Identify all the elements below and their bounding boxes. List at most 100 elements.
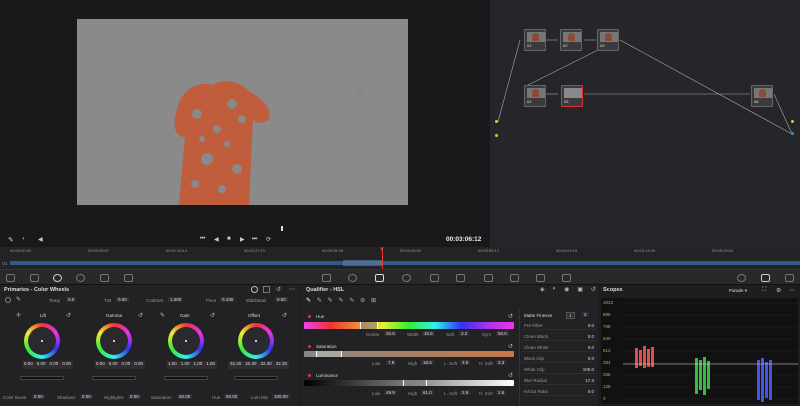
picker-icon[interactable]: ✎ xyxy=(8,236,14,244)
matte-row-value[interactable]: 0.0 xyxy=(588,345,594,350)
y-value[interactable]: 32.30 xyxy=(228,361,244,369)
reset-icon[interactable]: ↺ xyxy=(66,312,71,319)
mini-timeline[interactable]: V1 00:00:00:00 00:00:09:07 00:01:18:14 00:0… xyxy=(0,247,800,269)
y-value[interactable]: 1.00 xyxy=(166,361,179,369)
pivot-field[interactable]: 0.435 xyxy=(220,297,236,302)
info-icon[interactable] xyxy=(785,274,794,282)
node-06[interactable]: 06 xyxy=(751,85,773,107)
crosshair-icon[interactable]: ✛ xyxy=(16,312,21,319)
mode-icon[interactable] xyxy=(251,286,258,293)
reset-icon[interactable]: ↺ xyxy=(276,286,281,293)
curves-icon[interactable] xyxy=(322,274,331,282)
hsoft-field[interactable]: 3.3 xyxy=(496,360,507,365)
gamma-wheel[interactable] xyxy=(96,323,132,359)
window-icon[interactable] xyxy=(402,274,411,282)
r-value[interactable]: 1.00 xyxy=(178,361,192,369)
reset-icon[interactable]: ↺ xyxy=(508,313,513,320)
lift-master-wheel[interactable] xyxy=(20,376,64,380)
more-icon[interactable]: ⋯ xyxy=(789,287,795,294)
more-icon[interactable]: ⋯ xyxy=(289,286,295,293)
auto-balance-icon[interactable] xyxy=(5,297,11,303)
contrast-field[interactable]: 1.000 xyxy=(168,297,184,302)
g-value[interactable]: 0.00 xyxy=(119,361,133,369)
matte-tab-2[interactable]: 2 xyxy=(582,312,589,317)
b-value[interactable]: 32.30 xyxy=(273,361,290,369)
expand-icon[interactable]: ⛶ xyxy=(762,287,766,294)
reset-icon[interactable]: ↺ xyxy=(282,312,287,319)
matte-row-value[interactable]: 0.0 xyxy=(588,323,594,328)
gain-wheel[interactable] xyxy=(168,323,204,359)
3d-mode-icon[interactable]: ▣ xyxy=(577,286,583,294)
node-05-selected[interactable]: 05 xyxy=(561,85,583,107)
reset-icon[interactable]: ↺ xyxy=(508,372,513,379)
b-value[interactable]: 0.00 xyxy=(132,361,146,369)
low-field[interactable]: 7.8 xyxy=(386,360,397,365)
gamma-master-wheel[interactable] xyxy=(92,376,136,380)
y-value[interactable]: 0.00 xyxy=(94,361,107,369)
matte-row[interactable]: Pre-Filter 0.0 xyxy=(522,321,596,330)
hue-selection-handle[interactable] xyxy=(360,322,378,329)
high-field[interactable]: 18.6 xyxy=(421,360,434,365)
magic-mask-icon[interactable] xyxy=(456,274,465,282)
3d-icon[interactable] xyxy=(562,274,571,282)
output-dot[interactable] xyxy=(791,132,794,135)
matte-row[interactable]: Black Clip 0.0 xyxy=(522,354,596,363)
lum-mode-icon[interactable]: ◐ xyxy=(553,286,557,294)
hdr-icon[interactable] xyxy=(124,274,133,282)
matte-tab-1[interactable]: 1 xyxy=(566,312,575,319)
playhead-marker-icon[interactable]: ▼ xyxy=(379,247,385,253)
viewer-frame[interactable] xyxy=(77,19,408,205)
rgb-mode-icon[interactable]: ◈ xyxy=(540,286,545,294)
center-field[interactable]: 32.5 xyxy=(384,331,397,336)
scrubber-handle[interactable] xyxy=(281,226,283,231)
temp-field[interactable]: 0.0 xyxy=(66,297,77,302)
skip-start-icon[interactable]: ⏮ xyxy=(200,236,205,243)
sym-field[interactable]: 50.0 xyxy=(496,331,509,336)
feather-plus-icon[interactable]: ✎ xyxy=(349,297,354,305)
eyedropper-minus-icon[interactable]: ✎ xyxy=(317,297,322,305)
lift-wheel[interactable] xyxy=(24,323,60,359)
node-02[interactable]: 02 xyxy=(560,29,582,51)
color-match-icon[interactable] xyxy=(30,274,39,282)
sizing-icon[interactable] xyxy=(536,274,545,282)
node-04[interactable]: 04 xyxy=(524,85,546,107)
feather-minus-icon[interactable]: ✎ xyxy=(338,297,343,305)
matte-row[interactable]: Clean Black 0.0 xyxy=(522,332,596,341)
matte-row[interactable]: In/Out Ratio 0.0 xyxy=(522,387,596,396)
saturation-enable-dot[interactable] xyxy=(308,345,311,348)
reset-icon[interactable]: ↺ xyxy=(508,343,513,350)
matte-row-value[interactable]: 17.3 xyxy=(585,378,594,383)
offset-master-wheel[interactable] xyxy=(234,376,278,380)
r-value[interactable]: 0.00 xyxy=(106,361,120,369)
luminance-selection-handle[interactable] xyxy=(403,380,427,386)
hue-range-bar[interactable] xyxy=(304,322,514,329)
viewer-toggle-icon[interactable] xyxy=(737,274,746,282)
source-input-dot[interactable] xyxy=(495,134,498,137)
rgb-mixer-icon[interactable] xyxy=(76,274,85,282)
node-03[interactable]: 03 xyxy=(597,29,619,51)
high-field[interactable]: 61.0 xyxy=(421,390,434,395)
scopes-icon[interactable] xyxy=(761,274,770,282)
matte-icon[interactable]: ⊞ xyxy=(371,297,376,305)
tint-field[interactable]: 0.00 xyxy=(116,297,129,302)
luminance-enable-dot[interactable] xyxy=(308,374,311,377)
reset-icon[interactable]: ↺ xyxy=(591,286,596,294)
shadows-field[interactable]: 0.00 xyxy=(80,394,93,399)
b-value[interactable]: 0.00 xyxy=(60,361,74,369)
hue-enable-dot[interactable] xyxy=(308,315,311,318)
source-input-dot[interactable] xyxy=(495,120,498,123)
r-value[interactable]: 0.00 xyxy=(34,361,48,369)
y-value[interactable]: 0.00 xyxy=(22,361,35,369)
saturation-selection-handle[interactable] xyxy=(316,351,342,357)
hsoft-field[interactable]: 2.6 xyxy=(496,390,507,395)
color-warper-icon[interactable] xyxy=(348,274,357,282)
g-value[interactable]: 0.00 xyxy=(47,361,61,369)
lsoft-field[interactable]: 3.6 xyxy=(460,360,471,365)
matte-row[interactable]: Blur Radius 17.3 xyxy=(522,376,596,385)
camera-raw-icon[interactable] xyxy=(6,274,15,282)
tracker-icon[interactable] xyxy=(430,274,439,282)
lsoft-field[interactable]: 2.6 xyxy=(460,390,471,395)
matte-row-value[interactable]: 100.0 xyxy=(583,367,594,372)
reset-icon[interactable]: ↺ xyxy=(210,312,215,319)
motion-effects-icon[interactable] xyxy=(100,274,109,282)
